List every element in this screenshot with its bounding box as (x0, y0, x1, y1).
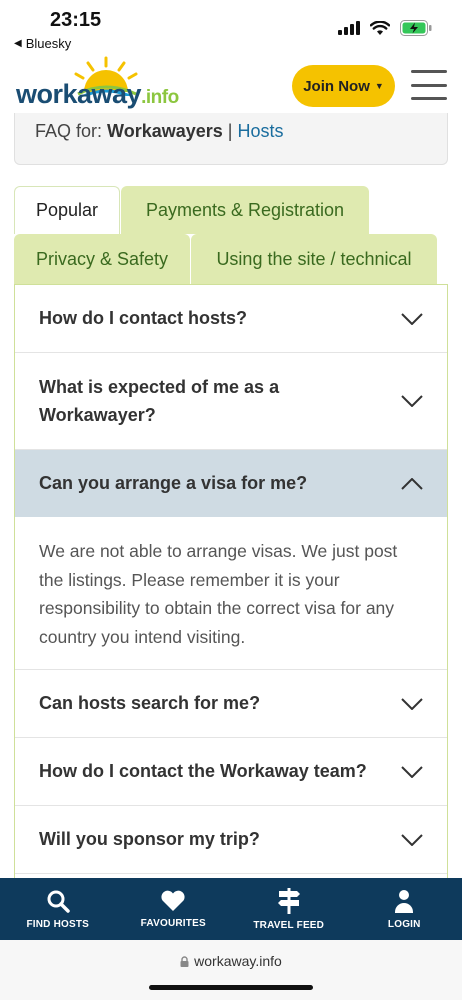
faq-hosts-link[interactable]: Hosts (237, 121, 283, 141)
bottom-navigation: FIND HOSTS FAVOURITES TRAVEL FEED LOGIN (0, 878, 462, 940)
browser-address-bar[interactable]: workaway.info (0, 940, 462, 1000)
faq-item: What is expected of me as a Workawayer? (15, 353, 447, 450)
nav-travel-feed[interactable]: TRAVEL FEED (231, 878, 347, 940)
site-header: workaway.info Join Now ▼ (0, 56, 462, 116)
faq-item: Can hosts search for me? (15, 670, 447, 738)
chevron-down-icon (401, 833, 423, 846)
workaway-logo[interactable]: workaway.info (16, 56, 186, 114)
chevron-down-icon (401, 697, 423, 710)
search-icon (47, 890, 70, 913)
faq-question: Can you arrange a visa for me? (39, 473, 308, 493)
faq-separator: | (222, 121, 238, 141)
lock-icon (180, 955, 189, 967)
url-text: workaway.info (194, 953, 282, 969)
faq-audience-switcher: FAQ for: Workawayers | Hosts (14, 113, 448, 165)
user-icon (395, 889, 414, 913)
faq-question-row[interactable]: Will you sponsor my trip? (15, 806, 447, 873)
faq-item-open: Can you arrange a visa for me? We are no… (15, 450, 447, 670)
tab-using-site-technical[interactable]: Using the site / technical (191, 234, 437, 284)
faq-question-row[interactable]: Can hosts search for me? (15, 670, 447, 737)
nav-login-label: LOGIN (387, 918, 421, 930)
status-icons (338, 20, 432, 36)
faq-item: Will you sponsor my trip? (15, 806, 447, 874)
home-indicator[interactable] (149, 985, 313, 990)
faq-question-row[interactable]: How do I contact hosts? (15, 285, 447, 352)
faq-question: How do I contact the Workaway team? (39, 761, 367, 781)
back-triangle-icon: ◀ (14, 38, 22, 49)
battery-charging-icon (400, 20, 432, 36)
faq-question: What is expected of me as a Workawayer? (39, 377, 280, 425)
status-bar: 23:15 ◀ Bluesky (0, 0, 462, 56)
url-display[interactable]: workaway.info (0, 953, 462, 969)
faq-accordion: How do I contact hosts? What is expected… (14, 284, 448, 878)
tab-popular[interactable]: Popular (14, 186, 120, 234)
chevron-up-icon (401, 477, 423, 490)
faq-question-row[interactable]: Can you arrange a visa for me? (15, 450, 447, 517)
chevron-down-icon (401, 395, 423, 407)
caret-down-icon: ▼ (374, 81, 384, 91)
tab-privacy-safety[interactable]: Privacy & Safety (14, 234, 190, 284)
chevron-down-icon (401, 765, 423, 778)
nav-travel-feed-label: TRAVEL FEED (253, 919, 325, 931)
nav-find-hosts-label: FIND HOSTS (26, 918, 90, 930)
faq-question-row[interactable]: How do I contact the Workaway team? (15, 738, 447, 805)
faq-answer: We are not able to arrange visas. We jus… (39, 541, 398, 647)
tab-payments-registration[interactable]: Payments & Registration (121, 186, 369, 234)
join-now-button[interactable]: Join Now ▼ (292, 65, 395, 107)
status-time: 23:15 (50, 9, 102, 31)
wifi-icon (370, 20, 390, 35)
faq-question-row[interactable]: What is expected of me as a Workawayer? (15, 353, 447, 449)
chevron-down-icon (401, 312, 423, 325)
nav-login[interactable]: LOGIN (347, 878, 462, 940)
nav-favourites-label: FAVOURITES (140, 917, 206, 929)
nav-find-hosts[interactable]: FIND HOSTS (0, 878, 116, 940)
faq-item: How do I contact the Workaway team? (15, 738, 447, 806)
nav-favourites[interactable]: FAVOURITES (116, 878, 232, 940)
faq-question: Will you sponsor my trip? (39, 829, 260, 849)
faq-question: Can hosts search for me? (39, 693, 261, 713)
faq-workawayers-current: Workawayers (107, 121, 223, 141)
back-app-label: Bluesky (25, 36, 72, 51)
logo-wordmark: workaway.info (16, 79, 179, 109)
signpost-icon (277, 887, 300, 914)
faq-question: How do I contact hosts? (39, 308, 248, 328)
faq-item: How do I contact hosts? (15, 285, 447, 353)
faq-prefix: FAQ for: (35, 121, 108, 141)
heart-icon (161, 890, 185, 911)
menu-icon[interactable] (411, 70, 447, 100)
back-to-app-link[interactable]: ◀ Bluesky (14, 36, 71, 51)
join-now-label: Join Now (303, 77, 370, 95)
signal-icon (338, 21, 360, 35)
